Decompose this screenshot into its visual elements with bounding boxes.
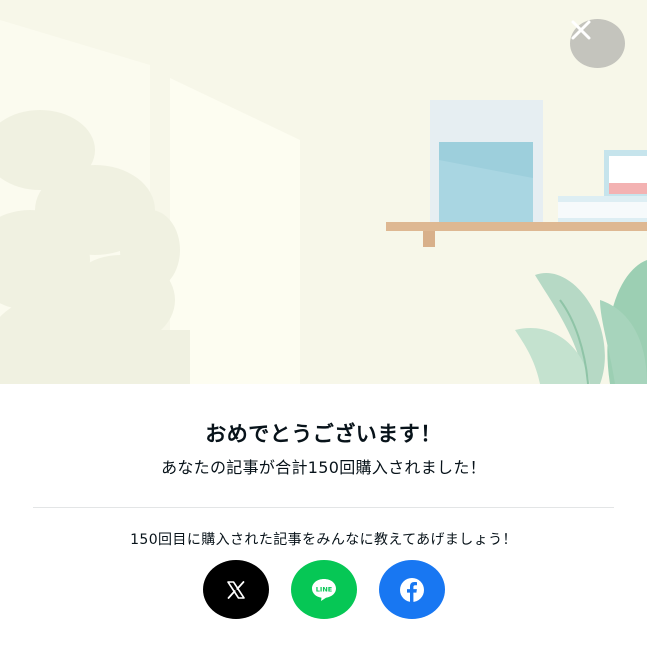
facebook-logo-icon xyxy=(400,577,424,602)
line-logo-text: LINE xyxy=(316,585,332,593)
divider xyxy=(33,507,614,508)
shelf xyxy=(386,222,647,231)
x-logo-icon xyxy=(227,580,245,599)
shelf-bracket xyxy=(423,231,435,247)
modal-title: おめでとうございます！ xyxy=(205,422,442,446)
modal-content: おめでとうございます！ あなたの記事が合計150回購入されました！ 150回目に… xyxy=(0,384,647,647)
hero-illustration xyxy=(0,0,647,384)
share-facebook-button[interactable] xyxy=(379,560,445,619)
plant-leaves xyxy=(515,260,647,384)
line-logo-icon: LINE xyxy=(312,578,336,601)
modal-message: あなたの記事が合計150回購入されました！ xyxy=(161,458,486,477)
share-prompt: 150回目に購入された記事をみんなに教えてあげましょう！ xyxy=(130,532,517,548)
close-icon xyxy=(571,20,591,40)
celebration-modal: おめでとうございます！ あなたの記事が合計150回購入されました！ 150回目に… xyxy=(0,0,647,647)
room-illustration xyxy=(0,20,647,384)
share-x-button[interactable] xyxy=(203,560,269,619)
close-button[interactable] xyxy=(570,19,625,68)
share-buttons: LINE xyxy=(0,560,647,620)
share-line-button[interactable]: LINE xyxy=(291,560,357,619)
